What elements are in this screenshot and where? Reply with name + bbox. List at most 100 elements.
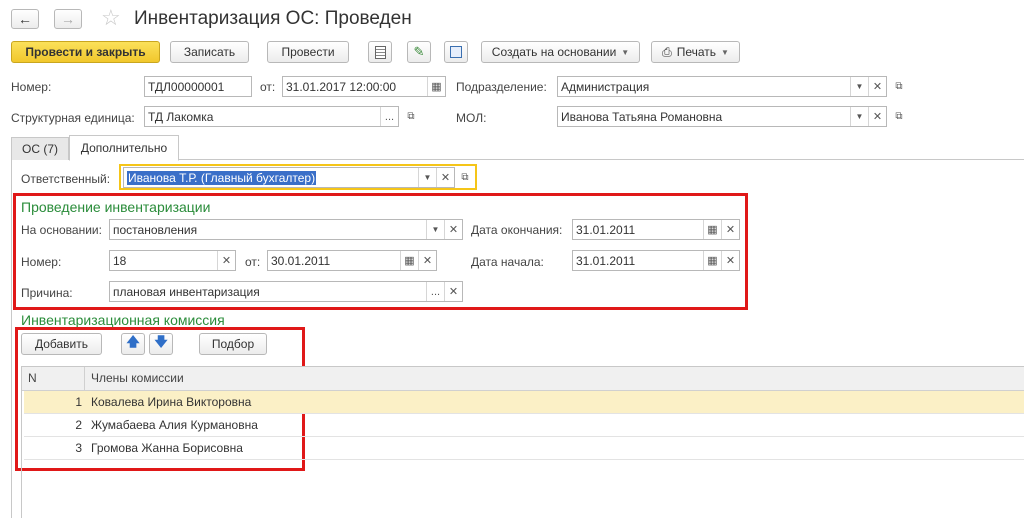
print-button[interactable]: ⎙ Печать ▼ — [651, 41, 740, 63]
hierarchy-icon — [450, 46, 462, 58]
calendar-icon[interactable]: ▦ — [400, 251, 418, 270]
dropdown-arrow-icon[interactable]: ▼ — [850, 107, 868, 126]
dropdown-arrow-icon: ▼ — [621, 47, 630, 57]
responsible-value-wrap: Иванова Т.Р. (Главный бухгалтер) — [124, 170, 418, 185]
move-up-button[interactable]: 🡅 — [121, 333, 145, 355]
table-row[interactable]: 3 Громова Жанна Борисовна — [24, 437, 1024, 460]
post-button[interactable]: Провести — [267, 41, 349, 63]
from-label: от: — [260, 80, 276, 94]
clear-icon[interactable]: ✕ — [436, 168, 454, 187]
calendar-icon[interactable]: ▦ — [703, 251, 721, 270]
tab-additional[interactable]: Дополнительно — [69, 135, 179, 161]
inv-from-label: от: — [245, 255, 261, 269]
arrow-down-icon: 🡇 — [154, 334, 168, 349]
arrow-up-icon: 🡅 — [126, 334, 140, 349]
post-and-close-button[interactable]: Провести и закрыть — [11, 41, 160, 63]
responsible-label: Ответственный: — [21, 172, 111, 186]
inv-number-field[interactable]: 18 ✕ — [109, 250, 236, 271]
row-number: 1 — [75, 395, 82, 409]
select-members-button[interactable]: Подбор — [199, 333, 267, 355]
arrow-left-icon: ← — [18, 11, 32, 27]
forward-button[interactable]: → — [54, 9, 82, 29]
basis-label: На основании: — [21, 223, 102, 237]
dropdown-arrow-icon: ▼ — [721, 47, 729, 57]
clear-icon[interactable]: ✕ — [721, 251, 739, 270]
table-row[interactable]: 2 Жумабаева Алия Курмановна — [24, 414, 1024, 437]
mol-label: МОЛ: — [456, 111, 487, 125]
clear-icon[interactable]: ✕ — [444, 282, 462, 301]
clear-icon[interactable]: ✕ — [418, 251, 436, 270]
calendar-icon[interactable]: ▦ — [703, 220, 721, 239]
start-date-field[interactable]: 31.01.2011 ▦ ✕ — [572, 250, 740, 271]
open-icon[interactable]: ⧉ — [890, 76, 908, 97]
dropdown-arrow-icon[interactable]: ▼ — [426, 220, 444, 239]
division-value: Администрация — [561, 79, 650, 94]
open-icon[interactable]: ⧉ — [890, 106, 908, 127]
inv-number-label: Номер: — [21, 255, 62, 269]
division-field[interactable]: Администрация ▼ ✕ — [557, 76, 887, 97]
commission-section-title: Инвентаризационная комиссия — [21, 312, 225, 328]
report-button[interactable] — [368, 41, 392, 63]
save-button[interactable]: Записать — [170, 41, 249, 63]
structure-button[interactable] — [444, 41, 468, 63]
table-row[interactable]: 1 Ковалева Ирина Викторовна — [24, 391, 1024, 414]
inv-from-value: 30.01.2011 — [271, 253, 331, 268]
tab-panel-border — [11, 159, 12, 518]
inv-from-field[interactable]: 30.01.2011 ▦ ✕ — [267, 250, 437, 271]
end-date-label: Дата окончания: — [471, 223, 563, 237]
clear-icon[interactable]: ✕ — [444, 220, 462, 239]
number-field[interactable]: ТДЛ00000001 — [144, 76, 252, 97]
inventory-section-title: Проведение инвентаризации — [21, 199, 211, 215]
date-field[interactable]: 31.01.2017 12:00:00 ▦ — [282, 76, 446, 97]
document-icon — [374, 45, 386, 59]
create-based-button[interactable]: Создать на основании ▼ — [481, 41, 640, 63]
responsible-field[interactable]: Иванова Т.Р. (Главный бухгалтер) ▼ ✕ — [123, 167, 455, 188]
dropdown-arrow-icon[interactable]: ▼ — [418, 168, 436, 187]
unit-field[interactable]: ТД Лакомка ... — [144, 106, 399, 127]
member-name: Громова Жанна Борисовна — [91, 441, 243, 455]
clear-icon[interactable]: ✕ — [217, 251, 235, 270]
select-icon[interactable]: ... — [380, 107, 398, 126]
basis-field[interactable]: постановления ▼ ✕ — [109, 219, 463, 240]
responsible-value: Иванова Т.Р. (Главный бухгалтер) — [127, 170, 317, 185]
move-down-button[interactable]: 🡇 — [149, 333, 173, 355]
calendar-icon[interactable]: ▦ — [427, 77, 445, 96]
col-divider — [84, 367, 85, 391]
add-member-button[interactable]: Добавить — [21, 333, 102, 355]
create-based-label: Создать на основании — [491, 45, 617, 59]
date-value: 31.01.2017 12:00:00 — [286, 79, 397, 94]
open-icon[interactable]: ⧉ — [456, 167, 474, 188]
col-header-members[interactable]: Члены комиссии — [91, 371, 184, 385]
row-number: 3 — [75, 441, 82, 455]
reason-field[interactable]: плановая инвентаризация ... ✕ — [109, 281, 463, 302]
pencil-icon: ✎ — [413, 44, 425, 59]
start-date-label: Дата начала: — [471, 255, 544, 269]
arrow-right-icon: → — [61, 11, 75, 27]
mol-field[interactable]: Иванова Татьяна Романовна ▼ ✕ — [557, 106, 887, 127]
clear-icon[interactable]: ✕ — [868, 77, 886, 96]
col-header-n[interactable]: N — [28, 371, 37, 385]
open-icon[interactable]: ⧉ — [402, 106, 420, 127]
print-label: Печать — [676, 45, 716, 59]
back-button[interactable]: ← — [11, 9, 39, 29]
clear-icon[interactable]: ✕ — [721, 220, 739, 239]
member-name: Ковалева Ирина Викторовна — [91, 395, 252, 409]
unit-label: Структурная единица: — [11, 111, 135, 125]
select-icon[interactable]: ... — [426, 282, 444, 301]
row-number: 2 — [75, 418, 82, 432]
start-date-value: 31.01.2011 — [576, 253, 636, 268]
printer-icon: ⎙ — [662, 44, 672, 59]
division-label: Подразделение: — [456, 80, 547, 94]
reason-label: Причина: — [21, 286, 73, 300]
page-title: Инвентаризация ОС: Проведен — [134, 8, 412, 29]
dropdown-arrow-icon[interactable]: ▼ — [850, 77, 868, 96]
inv-number-value: 18 — [113, 253, 127, 268]
unit-value: ТД Лакомка — [148, 109, 214, 124]
basis-value: постановления — [113, 222, 198, 237]
end-date-field[interactable]: 31.01.2011 ▦ ✕ — [572, 219, 740, 240]
star-icon[interactable]: ☆ — [101, 5, 121, 31]
edit-button[interactable]: ✎ — [407, 41, 431, 63]
clear-icon[interactable]: ✕ — [868, 107, 886, 126]
tab-os[interactable]: ОС (7) — [11, 137, 69, 160]
tab-os-label: ОС (7) — [22, 142, 58, 156]
